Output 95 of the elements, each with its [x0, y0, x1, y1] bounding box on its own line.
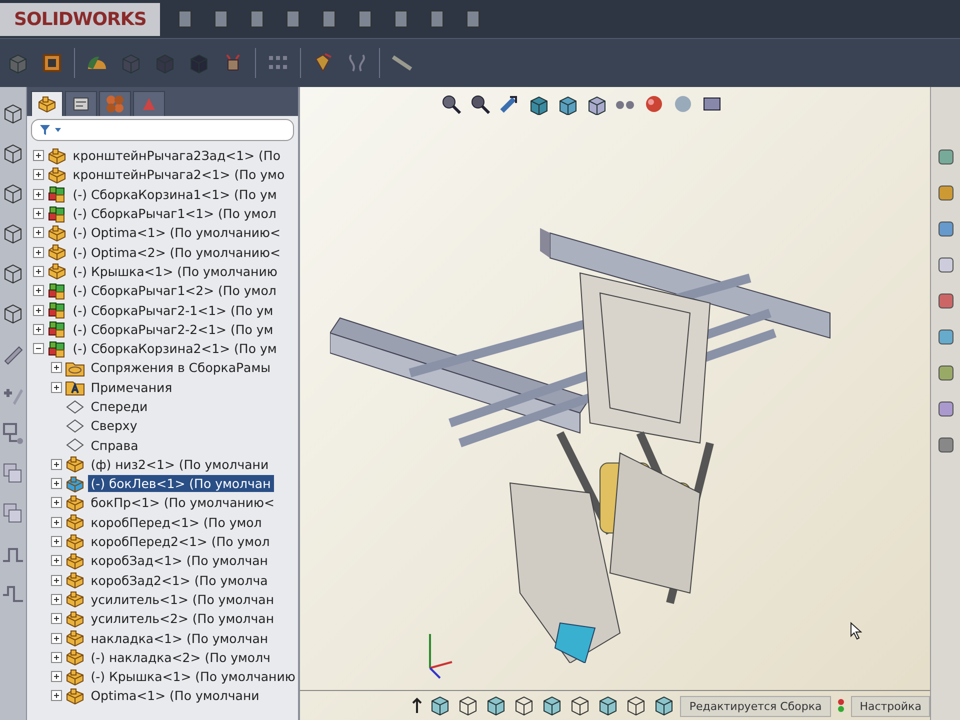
expand-icon[interactable] — [32, 285, 44, 296]
part-icon — [64, 647, 85, 668]
expand-icon[interactable] — [32, 324, 44, 335]
expand-icon[interactable] — [50, 613, 62, 624]
part-icon — [64, 532, 85, 552]
part-icon — [64, 454, 85, 474]
part-icon — [36, 94, 57, 114]
customize-menu[interactable]: Настройка — [850, 696, 930, 716]
tree-item[interactable]: (ф) низ2<1> (По умолчани — [88, 456, 272, 473]
expand-icon[interactable] — [32, 208, 44, 220]
assembly-icon — [46, 300, 67, 320]
part-icon — [64, 589, 85, 610]
tree-item[interactable]: Сверху — [88, 417, 140, 434]
configuration-icon — [104, 94, 125, 114]
part-icon — [64, 493, 85, 513]
app-logo: SOLIDWORKS — [0, 2, 160, 36]
cursor-icon — [850, 622, 862, 640]
assembly-icon — [46, 319, 67, 340]
part-icon — [46, 261, 67, 282]
up-arrow-icon[interactable] — [410, 697, 424, 715]
expand-icon[interactable] — [32, 169, 44, 180]
tree-item[interactable]: (-) СборкаКорзина1<1> (По ум — [70, 186, 280, 203]
expand-icon[interactable] — [50, 652, 62, 663]
expand-icon[interactable] — [50, 382, 62, 393]
tree-item[interactable]: (-) бокЛев<1> (По умолчан — [88, 475, 274, 492]
tree-item[interactable]: (-) СборкаРычаг2-2<1> (По ум — [70, 320, 276, 338]
part-icon — [64, 550, 85, 571]
expand-icon[interactable] — [50, 574, 62, 586]
expand-icon[interactable] — [50, 555, 62, 566]
expand-icon[interactable] — [50, 516, 62, 528]
tree-item[interactable]: Спереди — [88, 398, 151, 415]
zoom-area-icon[interactable] — [469, 93, 492, 115]
part-icon — [64, 628, 85, 648]
panel-tab[interactable] — [64, 91, 97, 116]
tree-item[interactable]: (-) СборкаРычаг1<2> (По умол — [70, 282, 280, 300]
tree-item[interactable]: Optima<1> (По умолчани — [88, 687, 262, 704]
tree-item[interactable]: Примечания — [88, 378, 176, 396]
caret-icon — [54, 126, 62, 134]
tree-item[interactable]: кронштейнРычага2Зад<1> (По — [70, 147, 284, 164]
expand-icon[interactable] — [50, 690, 62, 702]
tree-item[interactable]: (-) Optima<1> (По умолчанию< — [70, 224, 284, 242]
expand-icon[interactable] — [50, 478, 62, 490]
expand-icon[interactable] — [50, 458, 62, 470]
part-icon — [64, 570, 85, 590]
box-icon[interactable] — [40, 51, 64, 75]
assembly-icon — [46, 204, 67, 224]
expand-icon[interactable] — [32, 304, 44, 316]
tree-item[interactable]: бокПр<1> (По умолчанию< — [88, 494, 278, 512]
part-icon — [64, 474, 85, 494]
tree-item[interactable]: (-) СборкаРычаг2-1<1> (По ум — [70, 302, 276, 319]
tree-item[interactable]: кронштейнРычага2<1> (По умо — [70, 166, 288, 184]
expand-icon[interactable] — [32, 266, 44, 277]
tree-item[interactable]: коробЗад2<1> (По умолча — [88, 572, 271, 589]
assembly-icon — [46, 338, 67, 359]
tree-item[interactable]: усилитель<2> (По умолчан — [88, 610, 277, 628]
part-icon — [46, 242, 67, 262]
tree-item[interactable]: Справа — [88, 436, 142, 454]
filter-field[interactable] — [30, 119, 294, 141]
tree-item[interactable]: (-) Крышка<1> (По умолчанию — [70, 262, 280, 280]
expand-icon[interactable] — [50, 536, 62, 548]
part-icon — [46, 222, 67, 243]
expand-icon[interactable] — [50, 362, 62, 374]
part-icon — [46, 164, 67, 185]
tree-item[interactable]: усилитель<1> (По умолчан — [88, 590, 277, 608]
part-icon — [64, 608, 85, 629]
expand-icon[interactable] — [50, 497, 62, 508]
flow-icon[interactable] — [0, 421, 25, 447]
expand-icon[interactable] — [32, 227, 44, 238]
expand-icon[interactable] — [50, 632, 62, 644]
expand-icon[interactable] — [32, 246, 44, 258]
tree-item[interactable]: (-) Крышка<1> (По умолчанию — [88, 668, 298, 686]
expand-icon[interactable] — [50, 594, 62, 605]
tree-item[interactable]: (-) СборкаКорзина2<1> (По ум — [70, 340, 280, 358]
tree-item[interactable]: (-) СборкаРычаг1<1> (По умол — [70, 205, 280, 222]
panel-tab[interactable] — [30, 91, 63, 116]
part-icon — [46, 146, 67, 166]
tree-item[interactable]: (-) накладка<2> (По умолч — [88, 648, 274, 666]
tree-item[interactable]: накладка<1> (По умолчан — [88, 630, 272, 647]
filter-icon — [38, 123, 52, 137]
assembly-icon — [46, 280, 67, 301]
tree-item[interactable]: (-) Optima<2> (По умолчанию< — [70, 244, 284, 261]
tree-item[interactable]: коробЗад<1> (По умолчан — [88, 552, 271, 570]
part-icon — [64, 686, 85, 706]
status-text: Редактируется Сборка — [680, 696, 831, 716]
part-icon — [64, 666, 85, 687]
zoom-to-fit-icon[interactable] — [440, 93, 462, 115]
expand-icon[interactable] — [32, 188, 44, 200]
assembly-icon — [46, 184, 67, 204]
collapse-icon[interactable] — [32, 343, 44, 354]
tree-item[interactable]: коробПеред2<1> (По умол — [88, 533, 273, 550]
tree-item[interactable]: коробПеред<1> (По умол — [88, 514, 265, 531]
part-icon — [64, 512, 85, 532]
expand-icon[interactable] — [50, 671, 62, 682]
expand-icon[interactable] — [32, 150, 44, 162]
tree-item[interactable]: Сопряжения в СборкаРамы — [88, 359, 274, 376]
